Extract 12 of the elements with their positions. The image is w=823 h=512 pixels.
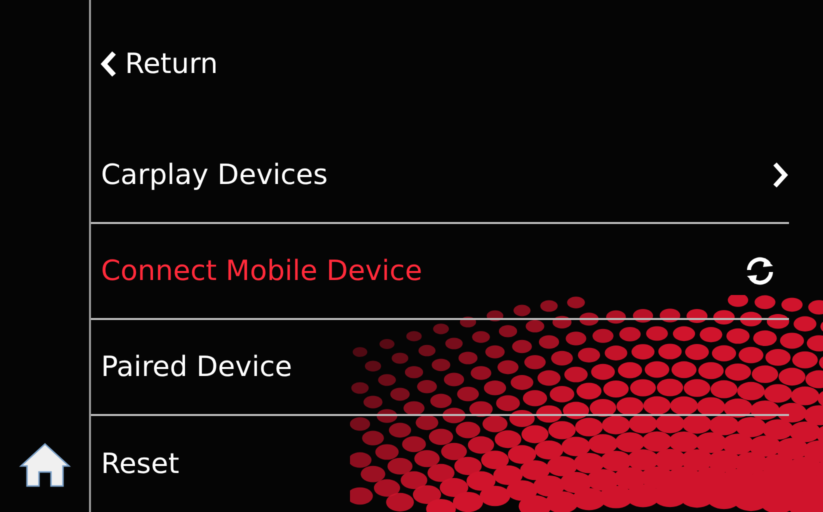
menu-item[interactable]: Carplay Devices xyxy=(91,128,789,224)
return-button[interactable]: Return xyxy=(91,0,218,128)
chevron-left-icon xyxy=(99,50,117,78)
chevron-right-icon xyxy=(771,160,789,190)
menu-label: Connect Mobile Device xyxy=(101,253,422,289)
menu-label: Reset xyxy=(101,446,180,482)
menu-label: Paired Device xyxy=(101,349,292,385)
menu-item[interactable]: Paired Device xyxy=(91,320,789,416)
menu-item[interactable]: Reset xyxy=(91,416,789,512)
home-icon[interactable] xyxy=(18,442,70,488)
menu-label: Carplay Devices xyxy=(101,157,328,193)
menu-item[interactable]: Connect Mobile Device xyxy=(91,224,789,320)
